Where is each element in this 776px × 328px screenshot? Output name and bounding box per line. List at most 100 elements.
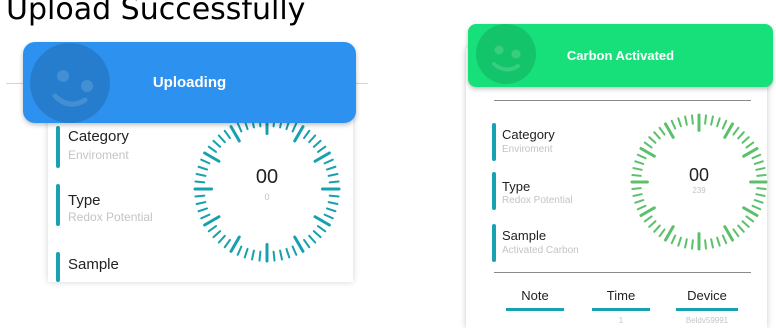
gauge-tick [723,225,734,242]
right-mid-divider [494,272,751,273]
gauge-tick [312,139,322,148]
gauge-tick [236,122,243,133]
table-column-time: Time 1 [592,288,650,325]
gauge-tick [212,139,222,148]
gauge-tick [229,125,241,143]
field-label: Type [68,192,101,209]
gauge-tick [212,230,222,239]
gauge-tick [285,247,291,259]
gauge-tick [223,129,231,140]
gauge-tick [677,236,682,247]
gauge-sub-value: 239 [692,186,706,195]
gauge-tick [742,147,759,158]
table-value: Beldv59991 [685,316,729,325]
gauge-tick [217,234,226,244]
gauge-tick [741,220,750,228]
gauge-tick [648,220,657,228]
gauge-reading: 00 [688,165,710,185]
toast-text: Carbon Activated [566,48,675,63]
gauge-tick [207,225,218,233]
gauge-tick [207,145,218,153]
gauge-tick [223,238,231,249]
gauge-tick [303,238,311,249]
gauge-tick [200,158,211,165]
gauge-tick [670,234,677,245]
table-value: 1 [618,316,624,325]
gauge-tick [704,239,708,250]
gauge-tick [636,204,647,211]
gauge-tick [741,136,750,144]
gauge-tick [716,236,721,247]
right-device-card: Category Enviroment Type Redox Potential… [466,48,768,328]
gauge-tick [710,115,714,126]
gauge-tick [716,117,721,128]
uploading-toast: Uploading [23,42,356,123]
gauge-ticks [193,115,341,263]
gauge-tick [258,250,262,262]
gauge-tick [293,235,305,253]
smiley-face-icon [30,43,110,123]
gauge-tick [316,225,327,233]
gauge-tick [272,250,276,262]
gauge-tick [197,207,209,213]
gauge-tick [323,158,334,165]
gauge-tick [732,126,740,136]
gauge-tick [643,141,653,149]
gauge-sub-value: 0 [264,192,270,202]
gauge-tick [664,122,675,139]
gauge-tick [291,122,298,133]
gauge-tick [710,238,714,249]
gauge-tick [664,225,675,242]
carbon-activated-toast: Carbon Activated [468,24,773,87]
gauge-tick [753,199,764,204]
gauge-tick [279,249,283,261]
field-label: Category [68,128,129,145]
toast-text: Uploading [152,74,227,91]
gauge-tick [690,239,694,250]
gauge-tick [684,238,688,249]
smiley-face-icon [476,24,536,84]
gauge-tick [236,245,243,256]
gauge-tick [639,206,656,217]
gauge-tick [203,215,221,227]
gauge-tick [316,145,327,153]
right-top-divider [494,100,751,101]
field-value: Redox Potential [68,210,153,224]
gauge-tick [303,129,311,140]
gauge-tick [721,119,728,130]
gauge-tick [639,147,656,158]
gauge-tick [653,131,661,140]
gauge-tick [251,249,255,261]
gauge-tick [670,119,677,130]
gauge-tick [658,228,666,238]
field-label: Category [502,127,555,142]
gauge-tick [323,213,334,220]
gauge-tick [308,234,317,244]
gauge-tick [291,245,298,256]
gauge-tick [737,131,745,140]
gauge-tick [313,215,331,227]
gauge-tick [751,204,762,211]
gauge-tick [751,153,762,160]
gauge-tick [704,114,708,125]
gauge-tick [732,228,740,238]
gauge-tick [243,247,249,259]
field-value: Enviroment [502,144,553,155]
field-value: Redox Potential [502,195,573,206]
field-label: Sample [502,228,547,243]
table-column-device: Device Beldv59991 [676,288,738,325]
field-value: Enviroment [68,148,129,162]
gauge-tick [721,234,728,245]
table-header: Device [687,288,727,303]
table-header: Time [606,288,636,303]
gauge-tick [325,207,337,213]
gauge-tick [634,199,645,204]
gauge-tick [229,235,241,253]
page-heading: Upload Successfully [6,0,306,27]
gauge-tick [217,134,226,144]
gauge-tick [293,125,305,143]
gauge-tick [312,230,322,239]
gauge-tick [313,151,331,163]
gauge-tick [648,136,657,144]
gauge-tick [195,201,207,205]
